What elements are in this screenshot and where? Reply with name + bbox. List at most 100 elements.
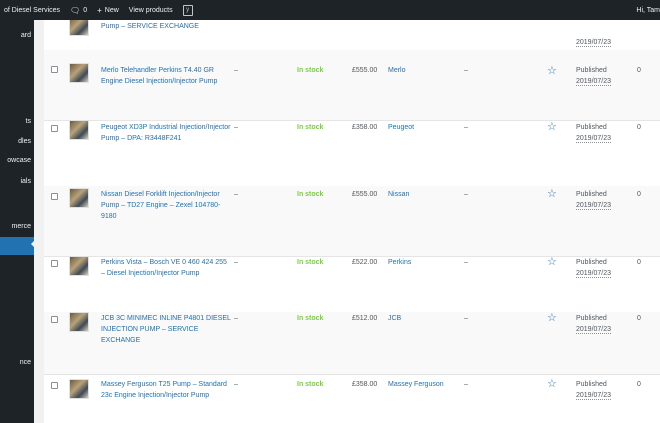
stock-status: In stock [297,191,324,198]
row-checkbox[interactable] [51,316,58,323]
product-thumbnail[interactable] [69,256,89,276]
product-price: £512.00 [352,315,378,322]
product-thumbnail[interactable] [69,379,89,399]
row-checkbox[interactable] [51,125,58,132]
product-thumbnail[interactable] [69,63,89,83]
product-price: £358.00 [352,124,378,131]
product-category-link[interactable]: Merlo [388,65,406,76]
product-status-label: Published [576,259,607,266]
site-name: of Diesel Services [4,6,61,14]
table-row: Nissan Diesel Forklift Injection/Injecto… [44,186,660,257]
new-content-link[interactable]: + New [97,6,119,15]
product-views: 0 [637,315,641,322]
stock-status: In stock [297,124,324,131]
product-category-link[interactable]: Peugeot [388,122,414,133]
product-views: 0 [637,191,641,198]
product-name-link[interactable]: Nissan Diesel Forklift Injection/Injecto… [101,189,231,222]
table-row: Peugeot XD3P Industrial Injection/Inject… [44,120,660,187]
product-sku: – [234,67,238,74]
product-status-label: Published [576,315,607,322]
product-status-label: Published [576,67,607,74]
products-table: Pump – SERVICE EXCHANGE 2019/07/23 Merlo… [44,20,660,423]
product-status: Published 2019/07/23 [576,122,612,144]
row-checkbox[interactable] [51,193,58,200]
product-name-link[interactable]: JCB 3C MINIMEC INLINE P4801 DIESEL INJEC… [101,313,231,346]
product-category-link[interactable]: Nissan [388,189,409,200]
product-price: £358.00 [352,381,378,388]
product-thumbnail[interactable] [69,312,89,332]
table-row: Massey Ferguson T25 Pump – Standard 23c … [44,374,660,423]
featured-star-icon[interactable]: ☆ [547,312,559,324]
product-date: 2019/07/23 [576,270,612,278]
featured-star-icon[interactable]: ☆ [547,188,559,200]
product-thumbnail[interactable] [69,20,89,36]
greeting: Hi, Tam [636,6,660,14]
product-tags: – [464,315,468,322]
comments-count: 0 [83,6,88,14]
product-tags: – [464,124,468,131]
table-row: Merlo Telehandler Perkins T4.40 GR Engin… [44,50,660,121]
row-checkbox[interactable] [51,382,58,389]
product-sku: – [234,259,238,266]
product-status: Published 2019/07/23 [576,313,612,335]
view-products-link[interactable]: View products [129,7,173,14]
row-checkbox[interactable] [51,66,58,73]
product-date: 2019/07/23 [576,78,612,86]
product-category-link[interactable]: Perkins [388,257,411,268]
product-date: 2019/07/23 [576,202,612,210]
sidebar-item-dashboard[interactable]: ard [0,29,34,43]
product-status-label: Published [576,381,607,388]
stock-status: In stock [297,381,324,388]
product-status-label: Published [576,124,607,131]
product-tags: – [464,67,468,74]
product-views: 0 [637,381,641,388]
yoast-seo-link[interactable]: y [182,4,193,16]
product-views: 0 [637,259,641,266]
stock-status: In stock [297,259,324,266]
row-checkbox[interactable] [51,260,58,267]
yoast-icon: y [182,4,193,16]
plus-icon: + [97,5,102,15]
admin-sidebar: ard ts dles owcase ials merce nce [0,20,34,423]
table-row: Pump – SERVICE EXCHANGE 2019/07/23 [44,20,660,51]
product-category-link[interactable]: JCB [388,313,401,324]
product-price: £555.00 [352,67,378,74]
featured-star-icon[interactable]: ☆ [547,65,559,77]
product-price: £555.00 [352,191,378,198]
product-views: 0 [637,67,641,74]
content-area: Pump – SERVICE EXCHANGE 2019/07/23 Merlo… [34,20,660,423]
product-name-link[interactable]: Merlo Telehandler Perkins T4.40 GR Engin… [101,65,231,87]
stock-status: In stock [297,315,324,322]
sidebar-item-appearance[interactable]: nce [0,356,34,370]
sidebar-item-testimonials[interactable]: ials [0,175,34,189]
featured-star-icon[interactable]: ☆ [547,256,559,268]
sidebar-item-bundles[interactable]: dles [0,135,34,149]
comment-icon: 🗨 [70,5,81,15]
product-status-label: Published [576,191,607,198]
featured-star-icon[interactable]: ☆ [547,378,559,390]
admin-bar: of Diesel Services 🗨 0 + New View produc… [0,0,660,20]
product-name-link[interactable]: Peugeot XD3P Industrial Injection/Inject… [101,122,231,144]
product-date: 2019/07/23 [576,135,612,143]
product-status: Published 2019/07/23 [576,65,612,87]
product-name-link[interactable]: Perkins Vista – Bosch VE 0 460 424 255 –… [101,257,231,279]
product-sku: – [234,124,238,131]
sidebar-item-posts[interactable]: ts [0,115,34,129]
product-status: 2019/07/23 [576,37,612,48]
sidebar-item-products[interactable] [0,237,34,255]
product-sku: – [234,315,238,322]
product-name-link[interactable]: Massey Ferguson T25 Pump – Standard 23c … [101,379,231,401]
my-account-link[interactable]: Hi, Tam [636,7,660,14]
site-name-link[interactable]: of Diesel Services [4,7,60,14]
new-label: New [104,6,119,14]
product-thumbnail[interactable] [69,120,89,140]
product-sku: – [234,381,238,388]
product-category-link[interactable]: Massey Ferguson [388,379,444,390]
product-thumbnail[interactable] [69,188,89,208]
featured-star-icon[interactable]: ☆ [547,121,559,133]
product-name-link[interactable]: Pump – SERVICE EXCHANGE [101,21,231,32]
sidebar-item-woocommerce[interactable]: merce [0,220,34,234]
product-date: 2019/07/23 [576,39,612,47]
comments-link[interactable]: 🗨 0 [70,6,87,15]
sidebar-item-showcase[interactable]: owcase [0,154,34,168]
